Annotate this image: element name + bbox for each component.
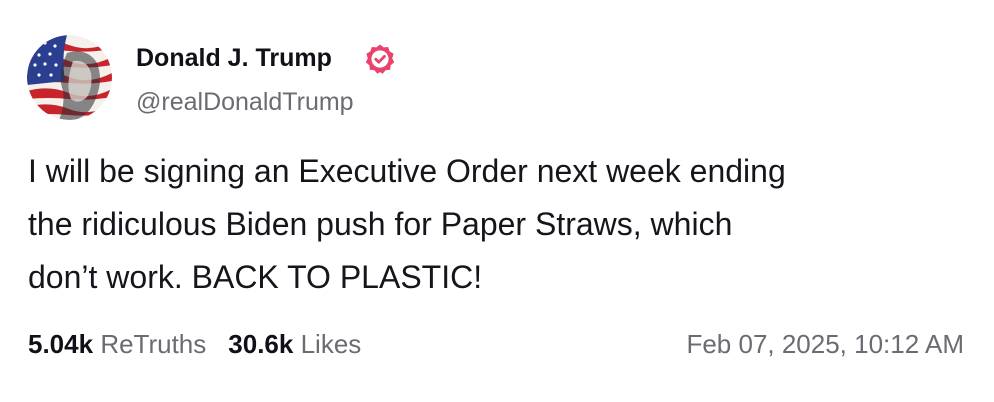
retruths-count: 5.04k xyxy=(28,329,94,359)
post-card: Donald J. Trump @realDonaldTrump I will … xyxy=(0,0,994,402)
post-stats: 5.04k ReTruths 30.6k Likes xyxy=(28,327,361,361)
display-name[interactable]: Donald J. Trump xyxy=(136,42,332,74)
avatar[interactable] xyxy=(27,35,112,120)
post-text-line: don’t work. BACK TO PLASTIC! xyxy=(28,259,483,295)
post-body: I will be signing an Executive Order nex… xyxy=(28,145,968,304)
likes-label: Likes xyxy=(300,329,362,359)
avatar-image xyxy=(27,35,112,120)
post-text-line: I will be signing an Executive Order nex… xyxy=(28,153,786,189)
post-timestamp[interactable]: Feb 07, 2025, 10:12 AM xyxy=(686,327,964,361)
likes-count: 30.6k xyxy=(228,329,294,359)
verified-badge-icon xyxy=(365,44,395,74)
retruths-label: ReTruths xyxy=(100,329,207,359)
user-handle[interactable]: @realDonaldTrump xyxy=(136,86,354,118)
post-text-line: the ridiculous Biden push for Paper Stra… xyxy=(28,206,733,242)
retruths-stat[interactable]: 5.04k ReTruths xyxy=(28,327,206,361)
likes-stat[interactable]: 30.6k Likes xyxy=(228,327,361,361)
